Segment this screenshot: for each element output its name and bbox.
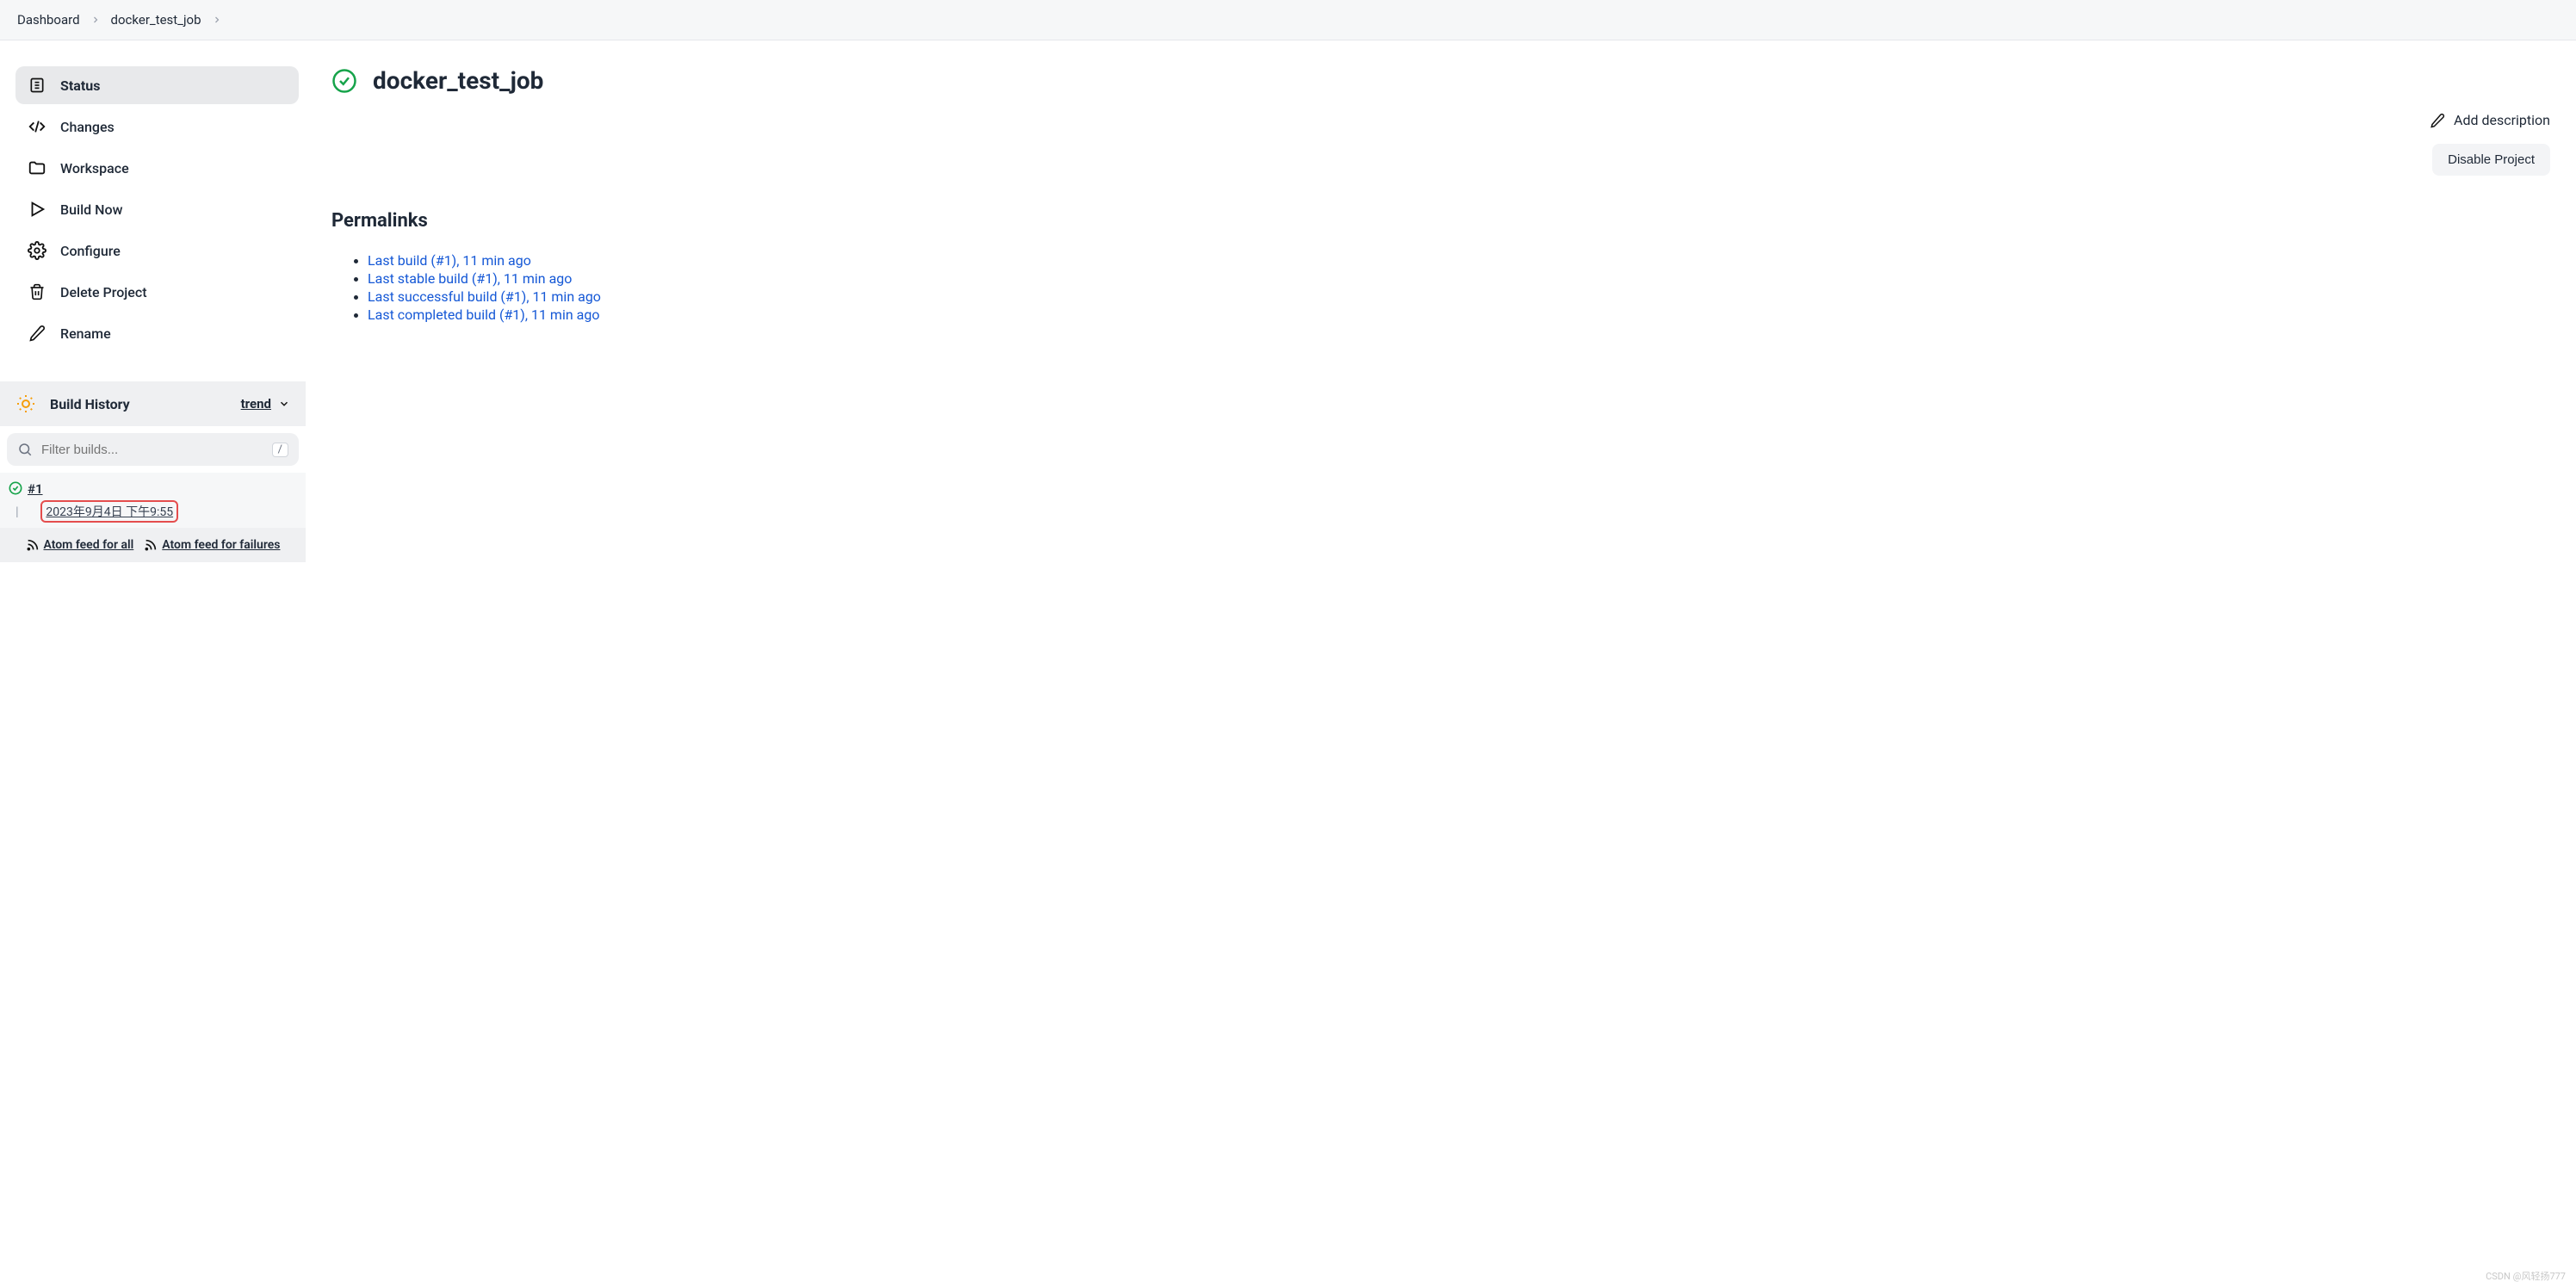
breadcrumb-job[interactable]: docker_test_job: [111, 12, 201, 28]
permalink-last-stable[interactable]: Last stable build (#1), 11 min ago: [368, 270, 572, 287]
build-history-title: Build History: [50, 396, 130, 412]
status-icon: [28, 76, 46, 95]
pencil-icon: [2430, 113, 2445, 128]
sidebar-item-workspace[interactable]: Workspace: [15, 149, 299, 187]
play-icon: [28, 200, 46, 219]
build-list: #1 | 2023年9月4日 下午9:55: [0, 473, 306, 528]
breadcrumb: Dashboard docker_test_job: [0, 0, 2576, 40]
build-time-bar: |: [15, 504, 19, 519]
filter-key-hint: /: [272, 443, 288, 457]
atom-feed-failures[interactable]: Atom feed for failures: [144, 538, 280, 552]
sidebar-item-label: Delete Project: [60, 284, 147, 300]
sidebar-item-changes[interactable]: Changes: [15, 108, 299, 146]
watermark: CSDN @风轻扬777: [2486, 1269, 2566, 1283]
permalink-last-successful[interactable]: Last successful build (#1), 11 min ago: [368, 288, 601, 305]
sidebar-item-rename[interactable]: Rename: [15, 314, 299, 352]
build-time[interactable]: 2023年9月4日 下午9:55: [40, 500, 178, 523]
sidebar-item-status[interactable]: Status: [15, 66, 299, 104]
pencil-icon: [28, 324, 46, 343]
main-content: docker_test_job Add description Disable …: [306, 40, 2576, 562]
rss-icon: [144, 538, 158, 552]
build-history-trend[interactable]: trend: [241, 396, 290, 412]
permalink-last-completed[interactable]: Last completed build (#1), 11 min ago: [368, 307, 599, 323]
chevron-down-icon: [278, 398, 290, 410]
sidebar-item-label: Changes: [60, 119, 115, 135]
code-icon: [28, 117, 46, 136]
sidebar-item-label: Build Now: [60, 201, 122, 218]
breadcrumb-dashboard[interactable]: Dashboard: [17, 12, 80, 28]
atom-feeds: Atom feed for all Atom feed for failures: [0, 528, 306, 562]
sun-icon: [15, 393, 36, 414]
sidebar-item-label: Rename: [60, 325, 111, 342]
sidebar-item-label: Status: [60, 77, 100, 94]
sidebar-item-label: Configure: [60, 243, 121, 259]
permalink-last-build[interactable]: Last build (#1), 11 min ago: [368, 252, 531, 269]
filter-builds-input[interactable]: [41, 443, 263, 457]
sidebar-item-label: Workspace: [60, 160, 129, 176]
trash-icon: [28, 282, 46, 301]
page-title: docker_test_job: [373, 66, 543, 95]
check-circle-icon: [331, 68, 357, 94]
add-description-button[interactable]: Add description: [2430, 112, 2550, 128]
chevron-right-icon: [90, 15, 101, 25]
rss-icon: [26, 538, 40, 552]
atom-feed-all[interactable]: Atom feed for all: [26, 538, 134, 552]
sidebar-item-configure[interactable]: Configure: [15, 232, 299, 269]
filter-builds-input-wrap[interactable]: /: [7, 433, 299, 466]
search-icon: [17, 442, 33, 457]
chevron-right-icon: [212, 15, 222, 25]
check-circle-icon: [9, 481, 22, 495]
build-row: #1: [9, 481, 297, 497]
sidebar-item-delete[interactable]: Delete Project: [15, 273, 299, 311]
permalinks-heading: Permalinks: [331, 210, 2559, 232]
sidebar: Status Changes Workspace Build Now: [0, 40, 306, 562]
build-number-link[interactable]: #1: [28, 481, 43, 497]
gear-icon: [28, 241, 46, 260]
folder-icon: [28, 158, 46, 177]
disable-project-button[interactable]: Disable Project: [2432, 144, 2550, 176]
sidebar-item-build-now[interactable]: Build Now: [15, 190, 299, 228]
build-history-header: Build History trend: [0, 381, 306, 426]
